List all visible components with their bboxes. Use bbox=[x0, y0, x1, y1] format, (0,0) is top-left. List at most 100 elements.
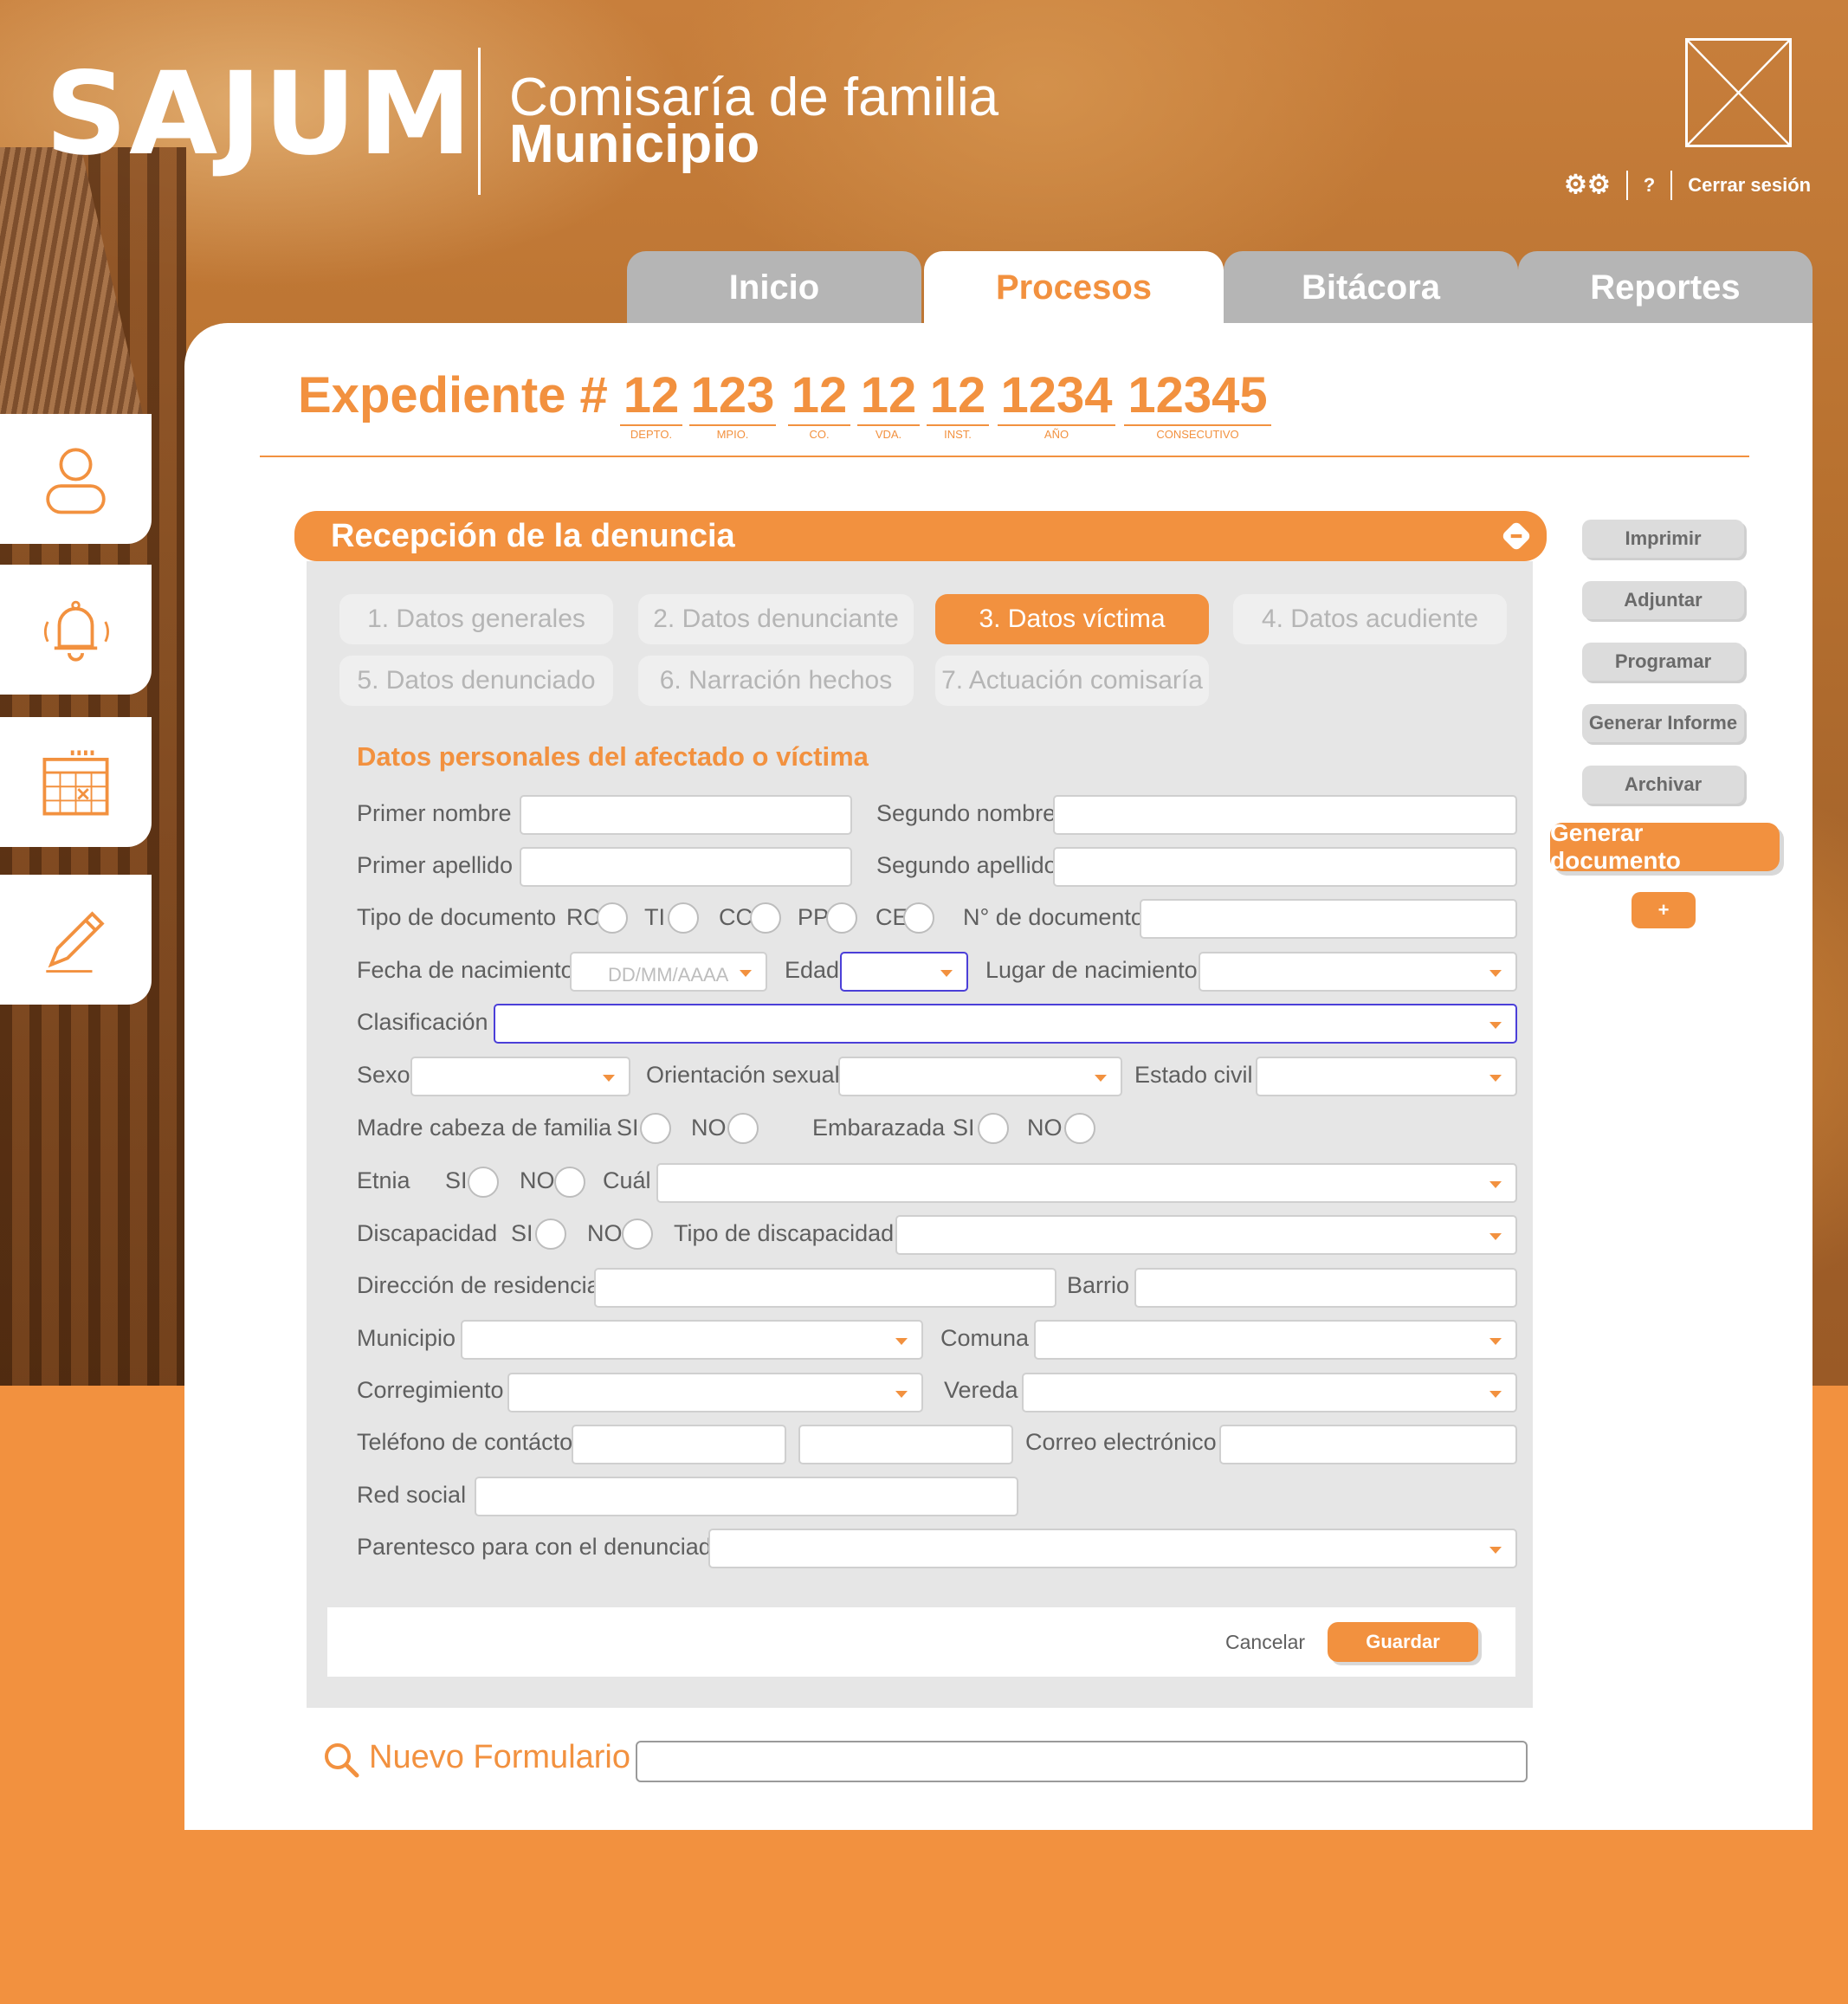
label-correo: Correo electrónico bbox=[1025, 1429, 1217, 1455]
fecha-nacimiento-select[interactable]: DD/MM/AAAA bbox=[570, 952, 767, 992]
radio-ce[interactable] bbox=[903, 902, 934, 934]
sidebar-calendar-button[interactable] bbox=[0, 717, 152, 847]
primer-apellido-input[interactable] bbox=[520, 847, 852, 887]
schedule-button[interactable]: Programar bbox=[1582, 643, 1744, 681]
label-red-social: Red social bbox=[357, 1482, 467, 1508]
profile-image-placeholder[interactable] bbox=[1685, 38, 1792, 147]
segundo-apellido-input[interactable] bbox=[1053, 847, 1517, 887]
label-segundo-nombre: Segundo nombre bbox=[876, 800, 1056, 826]
label-madre-no: NO bbox=[691, 1115, 727, 1141]
bell-icon bbox=[43, 600, 109, 662]
help-link[interactable]: ? bbox=[1644, 174, 1655, 197]
label-tipo-discapacidad: Tipo de discapacidad bbox=[674, 1220, 895, 1246]
add-button[interactable]: + bbox=[1632, 892, 1696, 928]
expediente-mpio: 123 MPIO. bbox=[689, 367, 776, 441]
edad-select[interactable] bbox=[840, 952, 968, 992]
archive-button[interactable]: Archivar bbox=[1582, 766, 1744, 804]
sexo-select[interactable] bbox=[410, 1057, 630, 1096]
lugar-nacimiento-select[interactable] bbox=[1199, 952, 1517, 992]
label-discapacidad-no: NO bbox=[587, 1220, 623, 1246]
comuna-select[interactable] bbox=[1034, 1320, 1517, 1360]
step-datos-victima[interactable]: 3. Datos víctima bbox=[935, 594, 1209, 644]
label-edad: Edad bbox=[785, 957, 840, 983]
label-rc: RC bbox=[566, 904, 600, 930]
red-social-input[interactable] bbox=[475, 1477, 1018, 1516]
collapse-icon[interactable] bbox=[1498, 518, 1535, 554]
etnia-cual-select[interactable] bbox=[656, 1163, 1517, 1203]
label-numero-documento: N° de documento bbox=[963, 904, 1144, 930]
sidebar-user-button[interactable] bbox=[0, 414, 152, 544]
sidebar-edit-button[interactable] bbox=[0, 875, 152, 1005]
print-button[interactable]: Imprimir bbox=[1582, 520, 1744, 558]
header-divider bbox=[478, 48, 481, 195]
clasificacion-select[interactable] bbox=[494, 1004, 1517, 1044]
sidebar-notifications-button[interactable] bbox=[0, 565, 152, 695]
label-sexo: Sexo bbox=[357, 1062, 410, 1088]
expediente-depto: 12 DEPTO. bbox=[620, 371, 682, 441]
label-cc: CC bbox=[719, 904, 753, 930]
radio-embarazada-no[interactable] bbox=[1064, 1113, 1095, 1144]
radio-rc[interactable] bbox=[597, 902, 628, 934]
expediente-title: Expediente # bbox=[298, 367, 608, 423]
attach-button[interactable]: Adjuntar bbox=[1582, 581, 1744, 619]
label-direccion: Dirección de residencia bbox=[357, 1272, 600, 1298]
municipio-select[interactable] bbox=[461, 1320, 923, 1360]
correo-input[interactable] bbox=[1219, 1425, 1517, 1464]
divider bbox=[1625, 171, 1628, 200]
label-comuna: Comuna bbox=[940, 1325, 1030, 1351]
segundo-nombre-input[interactable] bbox=[1053, 795, 1517, 835]
label-fecha-nacimiento: Fecha de nacimiento bbox=[357, 957, 574, 983]
label-embarazada-si: SI bbox=[953, 1115, 975, 1141]
radio-discapacidad-no[interactable] bbox=[622, 1219, 653, 1250]
radio-ti[interactable] bbox=[668, 902, 699, 934]
direccion-input[interactable] bbox=[594, 1268, 1056, 1308]
radio-etnia-si[interactable] bbox=[468, 1167, 499, 1198]
cancel-button[interactable]: Cancelar bbox=[1225, 1631, 1305, 1654]
settings-gear-icon[interactable]: ⚙⚙ bbox=[1564, 172, 1611, 198]
tab-bitacora[interactable]: Bitácora bbox=[1224, 251, 1518, 324]
tab-inicio[interactable]: Inicio bbox=[627, 251, 921, 324]
numero-documento-input[interactable] bbox=[1140, 899, 1517, 939]
parentesco-select[interactable] bbox=[708, 1529, 1517, 1568]
label-vereda: Vereda bbox=[944, 1377, 1018, 1403]
tab-procesos[interactable]: Procesos bbox=[924, 251, 1224, 324]
label-cual: Cuál bbox=[603, 1167, 651, 1193]
label-etnia: Etnia bbox=[357, 1167, 410, 1193]
step-narracion-hechos[interactable]: 6. Narración hechos bbox=[638, 656, 914, 706]
step-datos-denunciante[interactable]: 2. Datos denunciante bbox=[638, 594, 914, 644]
step-datos-generales[interactable]: 1. Datos generales bbox=[339, 594, 613, 644]
telefono-input-2[interactable] bbox=[798, 1425, 1013, 1464]
expediente-inst: 12 INST. bbox=[927, 371, 989, 441]
barrio-input[interactable] bbox=[1134, 1268, 1517, 1308]
save-button[interactable]: Guardar bbox=[1328, 1622, 1478, 1662]
corregimiento-select[interactable] bbox=[507, 1373, 923, 1412]
new-form-input[interactable] bbox=[636, 1741, 1528, 1782]
radio-embarazada-si[interactable] bbox=[978, 1113, 1009, 1144]
org-municipality: Municipio bbox=[509, 114, 760, 174]
generate-document-button[interactable]: Generar documento bbox=[1550, 819, 1780, 874]
telefono-input-1[interactable] bbox=[572, 1425, 786, 1464]
section-title: Recepción de la denuncia bbox=[331, 517, 735, 554]
generate-report-button[interactable]: Generar Informe bbox=[1582, 704, 1744, 742]
tab-reportes[interactable]: Reportes bbox=[1518, 251, 1812, 324]
radio-madre-no[interactable] bbox=[727, 1113, 759, 1144]
orientacion-sexual-select[interactable] bbox=[838, 1057, 1122, 1096]
expediente-ano: 1234 AÑO bbox=[998, 371, 1115, 441]
logout-link[interactable]: Cerrar sesión bbox=[1688, 174, 1811, 197]
radio-discapacidad-si[interactable] bbox=[535, 1219, 566, 1250]
radio-etnia-no[interactable] bbox=[554, 1167, 585, 1198]
expediente-co: 12 CO. bbox=[788, 371, 850, 441]
step-datos-denunciado[interactable]: 5. Datos denunciado bbox=[339, 656, 613, 706]
label-corregimiento: Corregimiento bbox=[357, 1377, 504, 1403]
step-actuacion-comisaria[interactable]: 7. Actuación comisaría bbox=[935, 656, 1209, 706]
radio-madre-si[interactable] bbox=[640, 1113, 671, 1144]
radio-pp[interactable] bbox=[826, 902, 857, 934]
tipo-discapacidad-select[interactable] bbox=[895, 1215, 1517, 1255]
step-datos-acudiente[interactable]: 4. Datos acudiente bbox=[1233, 594, 1507, 644]
primer-nombre-input[interactable] bbox=[520, 795, 852, 835]
radio-cc[interactable] bbox=[750, 902, 781, 934]
section-header: Recepción de la denuncia bbox=[294, 511, 1547, 561]
estado-civil-select[interactable] bbox=[1256, 1057, 1517, 1096]
vereda-select[interactable] bbox=[1022, 1373, 1517, 1412]
label-madre-cabeza: Madre cabeza de familia bbox=[357, 1115, 612, 1141]
